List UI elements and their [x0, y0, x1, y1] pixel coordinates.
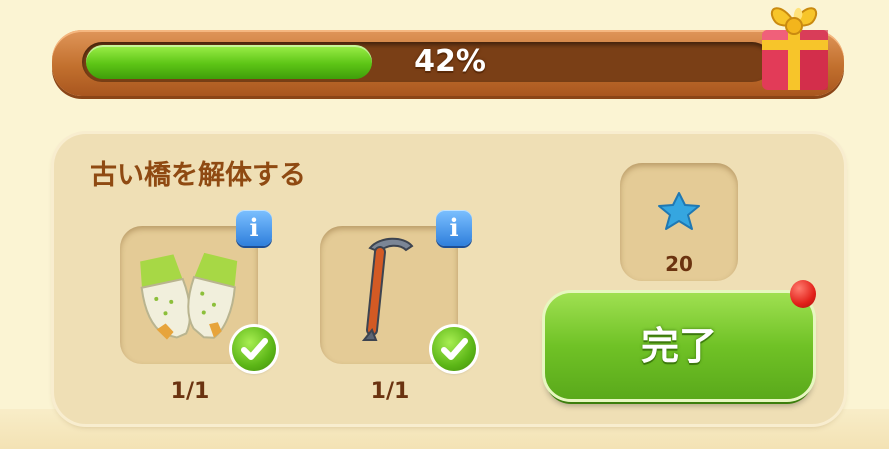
progress-bar-fill: [86, 45, 372, 79]
crowbar-checkmark-icon: [432, 327, 476, 371]
blue-star-icon: [658, 192, 700, 230]
gloves-checkmark-icon: [232, 327, 276, 371]
gloves-count: 1/1: [170, 379, 210, 404]
reward-count: 20: [665, 252, 693, 276]
crowbar-count: 1/1: [370, 379, 410, 404]
crowbar-info-button[interactable]: i: [436, 210, 472, 246]
gift-box-icon[interactable]: [752, 0, 836, 96]
complete-button-label: 完了: [640, 324, 717, 368]
notification-dot: [790, 280, 816, 308]
task-title: 古い橋を解体する: [90, 160, 306, 191]
progress-label: 42%: [414, 44, 486, 79]
gloves-info-button[interactable]: i: [236, 210, 272, 246]
